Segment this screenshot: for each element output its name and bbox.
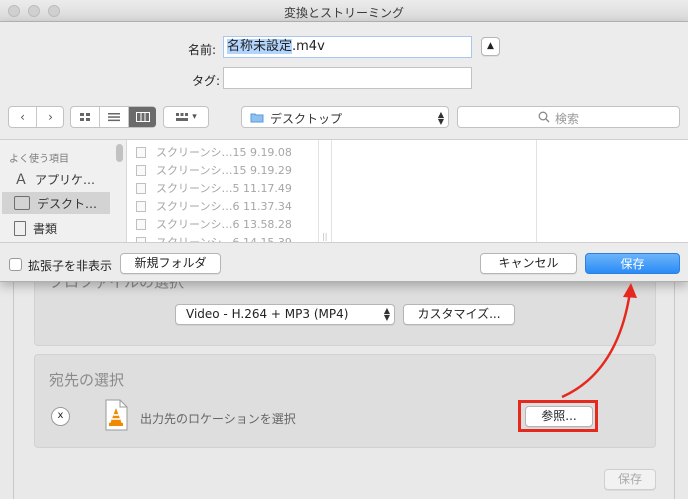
annotation-arrow-icon [561,283,637,399]
